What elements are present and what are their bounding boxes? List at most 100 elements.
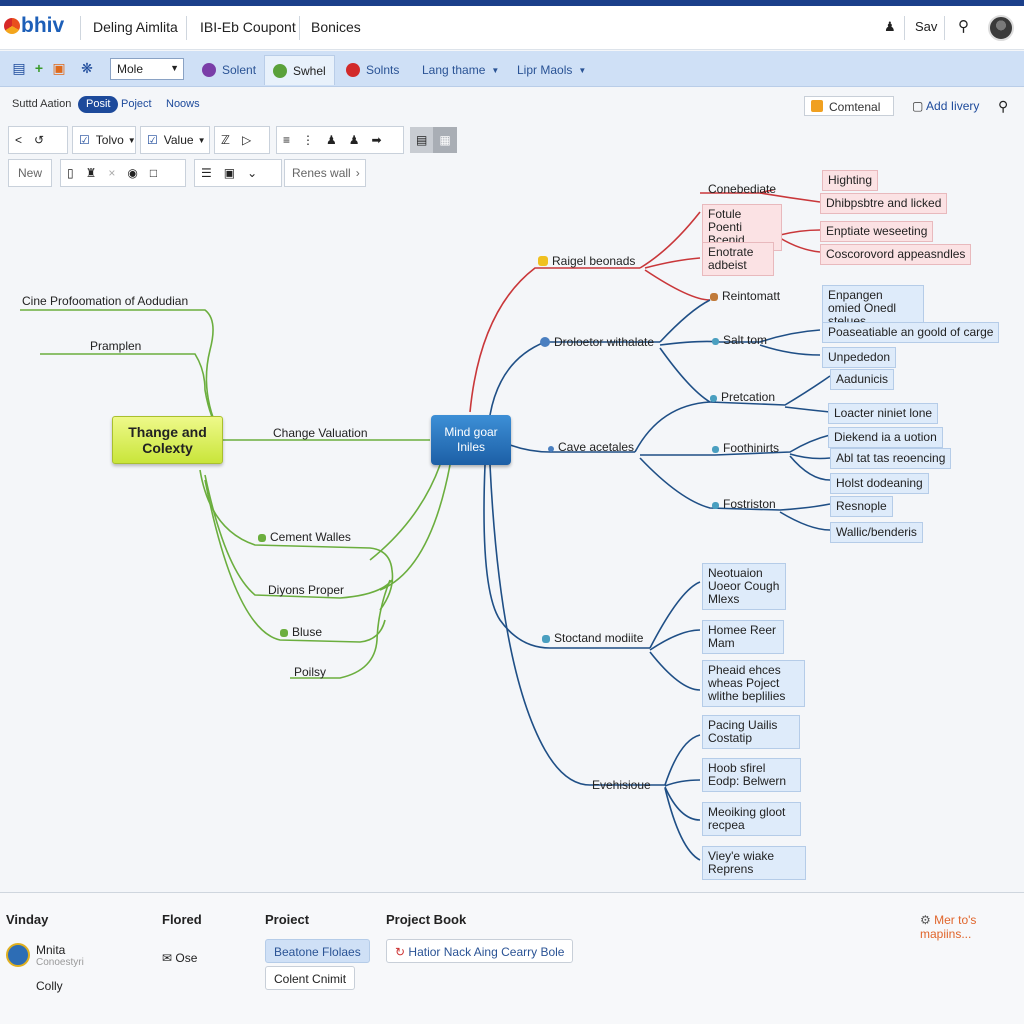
nav-group: < ↺ [8, 126, 68, 154]
search-icon[interactable]: ⚲ [958, 17, 969, 35]
leaf-node-blue[interactable]: Homee Reer Mam [702, 620, 784, 654]
more-mappings-link[interactable]: ⚙ Mer to's mapiins... [920, 913, 1024, 941]
crop-icon[interactable]: □ [144, 160, 163, 186]
menu-icon[interactable]: ☰ [195, 160, 218, 186]
puzzle-icon[interactable]: ♜ [80, 160, 103, 186]
app-logo[interactable]: bhiv [4, 14, 64, 38]
leaf-node-blue[interactable]: Resnople [830, 496, 893, 517]
mail-item[interactable]: ✉ Ose [162, 951, 197, 965]
leaf-node-red[interactable]: Enptiate weseeting [820, 221, 934, 242]
save-icon[interactable]: ▤ [10, 59, 28, 77]
sub-topic[interactable]: Salt tom [712, 333, 767, 347]
layout-icon[interactable]: ▦ [433, 127, 457, 153]
sub-topic[interactable]: Conebediate [708, 182, 776, 196]
topic-stoctand[interactable]: Stoctand modiite [542, 631, 643, 645]
left-branch[interactable]: Cine Profoomation of Aodudian [22, 294, 188, 308]
project-button-secondary[interactable]: Colent Cnimit [265, 966, 356, 990]
leaf-node-blue[interactable]: Hoob sfirel Eodp: Belwern [702, 758, 801, 792]
person-icon[interactable]: ♟ [343, 127, 366, 153]
leaf-node-blue[interactable]: Pheaid ehces wheas Poject wlithe beplili… [702, 660, 805, 707]
leaf-node-blue[interactable]: Pacing Uailis Costatip [702, 715, 800, 749]
topic-drolietor[interactable]: Droloetor withalate [540, 335, 654, 349]
project-button-primary[interactable]: Beatone Flolaes [265, 939, 370, 963]
node-label: Stoctand modiite [554, 631, 644, 645]
nav-item-2[interactable]: IBI-Eb Coupont [200, 19, 296, 35]
play-icon[interactable]: ▷ [236, 127, 257, 153]
nav-item-1[interactable]: Deling Aimlita [93, 19, 178, 35]
mindmap-canvas[interactable]: Thange and Colexty Mind goar Iniles Cine… [0, 170, 1024, 890]
image-icon[interactable]: ▣ [218, 160, 241, 186]
sub-topic[interactable]: Pretcation [710, 390, 775, 404]
posit-pill[interactable]: Posit [78, 96, 119, 113]
leaf-node-blue[interactable]: Meoiking gloot recpea [702, 802, 801, 836]
topic-cave[interactable]: Cave acetales [548, 440, 634, 454]
sub-topic[interactable]: Fostriston [712, 497, 776, 511]
value-dropdown[interactable]: ☑ Value ▼ [140, 126, 210, 154]
left-branch[interactable]: Pramplen [90, 339, 141, 353]
rectangle-icon[interactable]: ▯ [61, 160, 80, 186]
leaf-node-blue[interactable]: Aadunicis [830, 369, 895, 390]
leaf-node-blue[interactable]: Wallic/benderis [830, 522, 923, 543]
left-branch[interactable]: Change Valuation [273, 426, 368, 440]
globe-icon[interactable]: ◉ [121, 160, 143, 186]
list-icon[interactable]: ≡ [277, 127, 296, 153]
leaf-node-red[interactable]: Dhibpsbtre and licked [820, 193, 948, 214]
poject-link[interactable]: Poject [121, 98, 152, 110]
left-branch[interactable]: Bluse [280, 625, 322, 639]
project-book-link[interactable]: ↻ Hatior Nack Aing Cearry Bole [386, 939, 574, 963]
nav-item-3[interactable]: Bonices [311, 19, 361, 35]
avatar[interactable] [988, 15, 1014, 41]
tab-solent[interactable]: Solent [194, 55, 264, 85]
add-theory-button[interactable]: ▢ Add Iivery [912, 99, 979, 113]
undo-icon[interactable]: ↺ [28, 127, 50, 153]
search-icon[interactable]: ⚲ [998, 98, 1008, 115]
topic-left-main[interactable]: Thange and Colexty [112, 416, 223, 464]
leaf-node-red[interactable]: Enotrate adbeist [702, 242, 774, 276]
renes-wall-button[interactable]: Renes wall › [284, 159, 366, 187]
leaf-node-blue[interactable]: Unpededon [822, 347, 897, 368]
checkbox-icon: ☑ [79, 133, 90, 147]
more-icon[interactable]: ⋮ [296, 127, 320, 153]
sub-topic[interactable]: Foothinirts [712, 441, 779, 455]
repeat-icon[interactable]: ℤ [215, 127, 236, 153]
leaf-node-red[interactable]: Highting [822, 170, 879, 191]
grid-icon[interactable]: ▤ [410, 127, 434, 153]
leaf-node-blue[interactable]: Neotuaion Uoeor Cough Mlexs [702, 563, 786, 610]
central-topic[interactable]: Mind goar Iniles [431, 415, 511, 465]
new-button[interactable]: New [8, 159, 52, 187]
left-branch[interactable]: Diyons Proper [268, 583, 344, 597]
chevron-down-icon[interactable]: ⌄ [241, 160, 263, 186]
left-branch[interactable]: Cement Walles [258, 530, 351, 544]
chevron-down-icon: ▼ [578, 65, 587, 75]
add-icon[interactable]: + [30, 59, 48, 77]
person-icon[interactable]: ♟ [320, 127, 343, 153]
user-icon[interactable]: ♟ [884, 19, 896, 35]
tab-label: Solent [222, 63, 257, 77]
leaf-node-blue[interactable]: Poaseatiable an goold of carge [822, 322, 1000, 343]
leaf-node-blue[interactable]: Abl tat tas reoencing [830, 448, 952, 469]
left-branch[interactable]: Poilsy [294, 665, 326, 679]
sub-topic[interactable]: Reintomatt [710, 289, 780, 303]
leaf-node-blue[interactable]: Loacter niniet lone [828, 403, 939, 424]
tab-solnts[interactable]: Solnts [338, 55, 407, 85]
noows-link[interactable]: Noows [166, 98, 200, 110]
forward-icon[interactable]: ➡ [366, 127, 388, 153]
leaf-node-blue[interactable]: Diekend ia a uotion [828, 427, 943, 448]
tab-swhel[interactable]: Swhel [264, 55, 335, 85]
leaf-node-blue[interactable]: Holst dodeaning [830, 473, 929, 494]
tab-lang-thame[interactable]: Lang thame ▼ [414, 55, 507, 85]
user-label[interactable]: Sav [915, 19, 937, 34]
image-icon[interactable]: ▣ [50, 59, 68, 77]
tolvo-dropdown[interactable]: ☑ Tolvo ▼ [72, 126, 136, 154]
topic-evehisioue[interactable]: Evehisioue [592, 778, 651, 792]
settings-icon[interactable]: ❋ [78, 59, 96, 77]
content-button[interactable]: Comtenal [804, 96, 894, 116]
mode-select[interactable]: Mole ▼ [110, 58, 184, 80]
user-avatar-icon[interactable] [6, 943, 30, 967]
close-icon[interactable]: × [102, 160, 121, 186]
back-icon[interactable]: < [9, 127, 28, 153]
leaf-node-blue[interactable]: Viey'e wiake Reprens [702, 846, 806, 880]
leaf-node-red[interactable]: Coscorovord appeasndles [820, 244, 972, 265]
tab-lipr-maols[interactable]: Lipr Maols ▼ [509, 55, 594, 85]
topic-raigel[interactable]: Raigel beonads [538, 254, 635, 268]
